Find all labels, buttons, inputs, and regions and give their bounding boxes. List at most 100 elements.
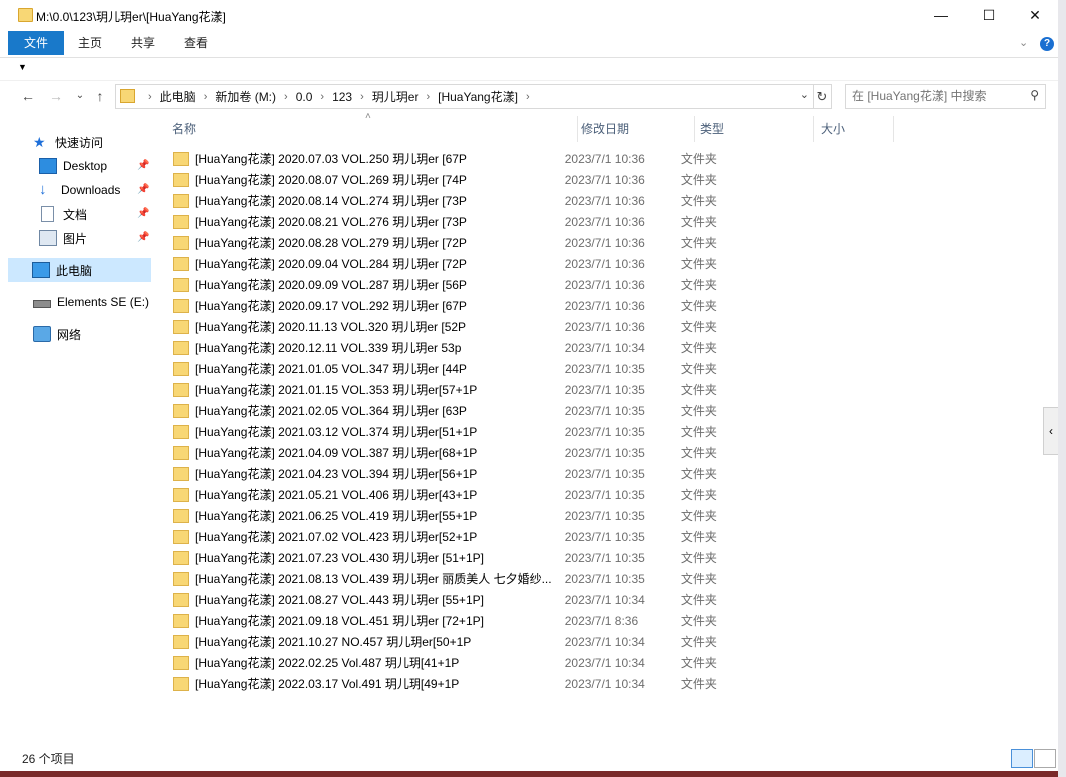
column-header-type[interactable]: 类型 — [694, 116, 814, 142]
folder-icon — [173, 277, 189, 292]
table-row[interactable]: [HuaYang花漾] 2021.03.12 VOL.374 玥儿玥er[51+… — [168, 421, 768, 442]
table-row[interactable]: [HuaYang花漾] 2021.04.09 VOL.387 玥儿玥er[68+… — [168, 442, 768, 463]
table-row[interactable]: [HuaYang花漾] 2021.04.23 VOL.394 玥儿玥er[56+… — [168, 463, 768, 484]
chevron-right-icon[interactable]: › — [140, 91, 160, 103]
file-date: 2023/7/1 10:36 — [564, 151, 645, 166]
folder-icon — [173, 361, 189, 376]
folder-icon — [173, 214, 189, 229]
table-row[interactable]: [HuaYang花漾] 2021.07.23 VOL.430 玥儿玥er [51… — [168, 547, 768, 568]
folder-icon — [173, 445, 189, 460]
navigation-pane: ★ 快速访问 Desktop 📌 ↓ Downloads 📌 文档 📌 图片 📌… — [0, 116, 153, 741]
crumb-this-pc[interactable]: 此电脑 — [160, 88, 196, 105]
customize-toolbar-icon[interactable]: ▼ — [18, 62, 27, 72]
search-input[interactable] — [852, 88, 1017, 104]
table-row[interactable]: [HuaYang花漾] 2020.08.28 VOL.279 玥儿玥er [72… — [168, 232, 768, 253]
table-row[interactable]: [HuaYang花漾] 2021.01.15 VOL.353 玥儿玥er[57+… — [168, 379, 768, 400]
table-row[interactable]: [HuaYang花漾] 2020.08.07 VOL.269 玥儿玥er [74… — [168, 169, 768, 190]
chevron-right-icon[interactable]: › — [312, 91, 332, 103]
search-box[interactable]: ⚲ — [845, 84, 1046, 109]
table-row[interactable]: [HuaYang花漾] 2020.08.14 VOL.274 玥儿玥er [73… — [168, 190, 768, 211]
expand-ribbon-icon[interactable]: ⌄ — [1019, 36, 1028, 49]
crumb-current[interactable]: [HuaYang花漾] — [438, 88, 518, 105]
table-row[interactable]: [HuaYang花漾] 2022.03.17 Vol.491 玥儿玥[49+1P… — [168, 673, 768, 694]
folder-icon — [173, 235, 189, 250]
file-date: 2023/7/1 8:36 — [564, 613, 639, 628]
table-row[interactable]: [HuaYang花漾] 2020.07.03 VOL.250 玥儿玥er [67… — [168, 148, 768, 169]
column-header-date[interactable]: 修改日期 — [575, 116, 695, 142]
chevron-right-icon[interactable]: › — [418, 91, 438, 103]
minimize-button[interactable]: — — [918, 0, 964, 30]
recent-dropdown-icon[interactable]: ⌄ — [70, 86, 90, 106]
table-row[interactable]: [HuaYang花漾] 2020.11.13 VOL.320 玥儿玥er [52… — [168, 316, 768, 337]
crumb-folder[interactable]: 123 — [332, 90, 352, 104]
file-name: [HuaYang花漾] 2020.09.17 VOL.292 玥儿玥er [67… — [195, 299, 467, 313]
column-header-name[interactable]: 名称 — [166, 116, 578, 142]
large-icons-view-icon[interactable] — [1034, 749, 1056, 768]
table-row[interactable]: [HuaYang花漾] 2020.09.04 VOL.284 玥儿玥er [72… — [168, 253, 768, 274]
search-icon[interactable]: ⚲ — [1030, 88, 1039, 102]
details-view-icon[interactable] — [1011, 749, 1033, 768]
file-name: [HuaYang花漾] 2021.10.27 NO.457 玥儿玥er[50+1… — [195, 635, 472, 649]
table-row[interactable]: [HuaYang花漾] 2020.09.09 VOL.287 玥儿玥er [56… — [168, 274, 768, 295]
file-name: [HuaYang花漾] 2022.02.25 Vol.487 玥儿玥[41+1P — [195, 656, 460, 670]
folder-icon — [173, 487, 189, 502]
chevron-right-icon[interactable]: › — [196, 91, 216, 103]
table-row[interactable]: [HuaYang花漾] 2021.05.21 VOL.406 玥儿玥er[43+… — [168, 484, 768, 505]
file-type: 文件夹 — [680, 509, 717, 523]
file-type: 文件夹 — [680, 236, 717, 250]
file-name: [HuaYang花漾] 2021.04.23 VOL.394 玥儿玥er[56+… — [195, 467, 478, 481]
chevron-right-icon[interactable]: › — [276, 91, 296, 103]
maximize-button[interactable]: ☐ — [966, 0, 1012, 30]
file-name: [HuaYang花漾] 2020.11.13 VOL.320 玥儿玥er [52… — [195, 320, 467, 334]
crumb-folder[interactable]: 玥儿玥er — [372, 88, 419, 105]
crumb-folder[interactable]: 0.0 — [296, 90, 313, 104]
table-row[interactable]: [HuaYang花漾] 2022.02.25 Vol.487 玥儿玥[41+1P… — [168, 652, 768, 673]
tab-view[interactable]: 查看 — [172, 31, 220, 55]
folder-icon — [173, 403, 189, 418]
sidebar-item-this-pc[interactable]: 此电脑 — [8, 258, 151, 282]
file-date: 2023/7/1 10:35 — [564, 424, 645, 439]
back-icon[interactable]: ← — [18, 86, 38, 106]
refresh-icon[interactable]: ↻ — [813, 84, 832, 109]
close-button[interactable]: ✕ — [1012, 0, 1058, 30]
file-date: 2023/7/1 10:35 — [564, 508, 645, 523]
table-row[interactable]: [HuaYang花漾] 2021.07.02 VOL.423 玥儿玥er[52+… — [168, 526, 768, 547]
up-icon[interactable]: ↑ — [90, 86, 110, 106]
table-row[interactable]: [HuaYang花漾] 2021.02.05 VOL.364 玥儿玥er [63… — [168, 400, 768, 421]
table-row[interactable]: [HuaYang花漾] 2020.08.21 VOL.276 玥儿玥er [73… — [168, 211, 768, 232]
folder-icon — [173, 466, 189, 481]
sidebar-item-label: 图片 — [63, 231, 88, 246]
pin-icon[interactable]: 📌 — [137, 184, 149, 195]
file-type: 文件夹 — [680, 530, 717, 544]
pin-icon[interactable]: 📌 — [137, 232, 149, 243]
ribbon-tabs: 文件 主页 共享 查看 ⌄ ? — [0, 30, 1058, 58]
item-count: 26 个项目 — [22, 752, 75, 766]
table-row[interactable]: [HuaYang花漾] 2021.09.18 VOL.451 玥儿玥er [72… — [168, 610, 768, 631]
table-row[interactable]: [HuaYang花漾] 2020.12.11 VOL.339 玥儿玥er 53p… — [168, 337, 768, 358]
file-type: 文件夹 — [680, 614, 717, 628]
table-row[interactable]: [HuaYang花漾] 2021.10.27 NO.457 玥儿玥er[50+1… — [168, 631, 768, 652]
forward-icon[interactable]: → — [46, 86, 66, 106]
chevron-left-icon[interactable]: ‹ — [1043, 407, 1059, 455]
table-row[interactable]: [HuaYang花漾] 2021.01.05 VOL.347 玥儿玥er [44… — [168, 358, 768, 379]
file-type: 文件夹 — [680, 152, 717, 166]
address-bar[interactable]: › 此电脑 › 新加卷 (M:) › 0.0 › 123 › 玥儿玥er › [… — [115, 84, 814, 109]
table-row[interactable]: [HuaYang花漾] 2021.08.27 VOL.443 玥儿玥er [55… — [168, 589, 768, 610]
pin-icon[interactable]: 📌 — [137, 160, 149, 171]
chevron-right-icon[interactable]: › — [352, 91, 372, 103]
file-name: [HuaYang花漾] 2020.08.14 VOL.274 玥儿玥er [73… — [195, 194, 467, 208]
folder-icon — [18, 8, 33, 22]
tab-share[interactable]: 共享 — [119, 31, 167, 55]
help-icon[interactable]: ? — [1040, 37, 1054, 51]
crumb-drive[interactable]: 新加卷 (M:) — [215, 88, 276, 105]
table-row[interactable]: [HuaYang花漾] 2021.08.13 VOL.439 玥儿玥er 丽质美… — [168, 568, 768, 589]
file-type: 文件夹 — [680, 404, 717, 418]
chevron-down-icon[interactable]: ⌄ — [800, 88, 809, 101]
pin-icon[interactable]: 📌 — [137, 208, 149, 219]
chevron-right-icon[interactable]: › — [518, 91, 538, 103]
table-row[interactable]: [HuaYang花漾] 2021.06.25 VOL.419 玥儿玥er[55+… — [168, 505, 768, 526]
tab-home[interactable]: 主页 — [66, 31, 114, 55]
table-row[interactable]: [HuaYang花漾] 2020.09.17 VOL.292 玥儿玥er [67… — [168, 295, 768, 316]
column-header-size[interactable]: 大小 — [815, 116, 894, 142]
tab-file[interactable]: 文件 — [8, 31, 64, 55]
